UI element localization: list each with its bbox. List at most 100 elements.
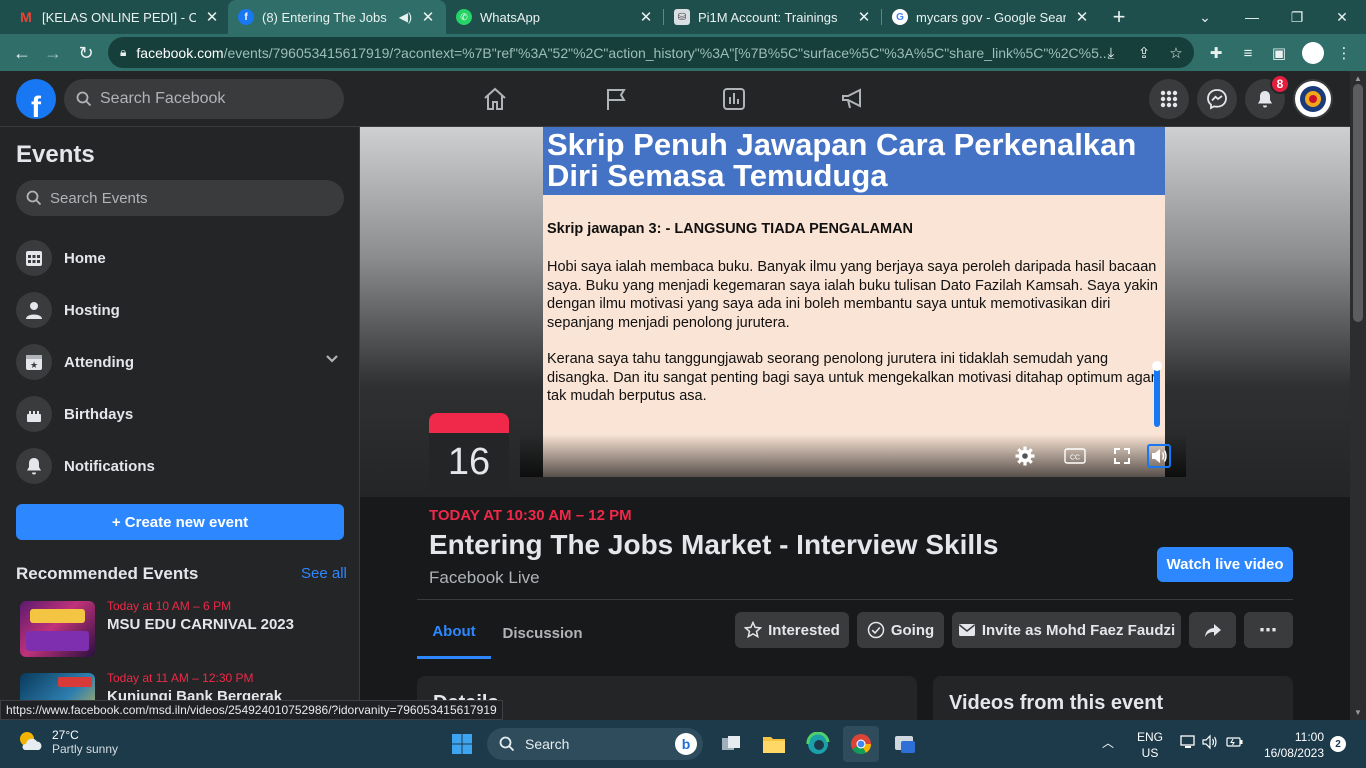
home-icon: [484, 87, 506, 110]
sidebar-item-label: Attending: [64, 353, 134, 371]
nav-pages-button[interactable]: [561, 79, 671, 119]
show-hidden-icons-chevron-icon[interactable]: ︿: [1102, 734, 1114, 751]
facebook-search-input[interactable]: Search Facebook: [64, 79, 344, 119]
going-button[interactable]: Going: [857, 612, 944, 648]
speaker-icon[interactable]: ◀): [399, 10, 412, 24]
close-tab-icon[interactable]: ✕: [204, 8, 220, 26]
tab-discussion[interactable]: Discussion: [495, 607, 590, 659]
tab-about[interactable]: About: [417, 607, 491, 659]
sidebar-item-hosting[interactable]: Hosting: [8, 284, 352, 336]
nav-insights-button[interactable]: [679, 79, 789, 119]
chrome-menu-icon[interactable]: ⋮: [1334, 43, 1354, 63]
volume-slider[interactable]: [1152, 361, 1162, 427]
partly-sunny-icon: [20, 732, 42, 750]
sidebar-item-birthdays[interactable]: Birthdays: [8, 388, 352, 440]
file-explorer-icon[interactable]: [756, 726, 792, 762]
volume-icon[interactable]: [1202, 734, 1218, 755]
close-window-button[interactable]: ✕: [1320, 0, 1364, 34]
invite-button[interactable]: Invite as Mohd Faez Faudzi: [952, 612, 1181, 648]
volume-speaker-icon[interactable]: [1147, 444, 1171, 468]
whatsapp-icon: ✆: [456, 9, 472, 25]
region-code: US: [1141, 746, 1159, 760]
bookmark-star-icon[interactable]: ☆: [1166, 43, 1186, 63]
battery-icon[interactable]: [1226, 734, 1244, 755]
restore-button[interactable]: ❐: [1275, 0, 1319, 34]
sidebar-item-notifications[interactable]: Notifications: [8, 440, 352, 492]
extensions-puzzle-icon[interactable]: ✚: [1206, 43, 1226, 63]
install-icon[interactable]: ⤓: [1101, 43, 1121, 63]
weather-condition: Partly sunny: [52, 742, 119, 756]
close-tab-icon[interactable]: ✕: [638, 8, 654, 26]
nav-ads-button[interactable]: [798, 79, 908, 119]
minimize-button[interactable]: —: [1230, 0, 1274, 34]
tab-title: (8) Entering The Jobs Ma: [262, 9, 391, 25]
fullscreen-icon[interactable]: [1110, 444, 1134, 468]
settings-gear-icon[interactable]: [1013, 444, 1037, 468]
bing-icon: b: [675, 733, 697, 755]
weather-widget[interactable]: 27°C Partly sunny: [16, 728, 118, 756]
videos-card: Videos from this event: [933, 676, 1293, 720]
facebook-header: f Search Facebook 8: [0, 71, 1366, 127]
watch-live-video-button[interactable]: Watch live video: [1157, 547, 1293, 582]
event-day: 16: [447, 441, 491, 483]
browser-tab-whatsapp[interactable]: ✆ WhatsApp ✕: [446, 0, 664, 34]
reload-icon[interactable]: ↻: [73, 40, 99, 66]
language-indicator[interactable]: ENG US: [1136, 729, 1164, 761]
event-date-badge: 16: [429, 413, 509, 493]
sidebar-item-attending[interactable]: ★ Attending: [8, 336, 352, 388]
close-tab-icon[interactable]: ✕: [420, 8, 436, 26]
tab-title: mycars gov - Google Search: [916, 9, 1066, 25]
facebook-logo[interactable]: f: [16, 79, 56, 119]
calendar-star-icon: ★: [16, 344, 52, 380]
url-path: /events/796053415617919/?acontext=%7B"re…: [223, 44, 1111, 61]
new-tab-button[interactable]: +: [1097, 0, 1141, 34]
closed-captions-icon[interactable]: CC: [1062, 444, 1088, 468]
tab-search-chevron-icon[interactable]: ⌄: [1183, 0, 1227, 34]
browser-tab-pi1m[interactable]: ⛁ Pi1M Account: Trainings ✕: [664, 0, 882, 34]
back-arrow-icon[interactable]: ←: [9, 40, 35, 66]
system-clock[interactable]: 11:00 16/08/2023: [1258, 729, 1324, 761]
address-bar[interactable]: 🔒︎ facebook.com /events/796053415617919/…: [108, 37, 1194, 68]
chevron-down-icon[interactable]: [324, 350, 340, 370]
nav-home-button[interactable]: [440, 79, 550, 119]
edge-browser-icon[interactable]: [800, 726, 836, 762]
close-tab-icon[interactable]: ✕: [1074, 8, 1090, 26]
more-options-button[interactable]: ⋯: [1244, 612, 1293, 648]
see-all-link[interactable]: See all: [301, 565, 347, 582]
profile-avatar-icon[interactable]: [1302, 42, 1324, 64]
volume-slider-handle[interactable]: [1152, 361, 1162, 371]
task-view-icon[interactable]: [713, 726, 749, 762]
share-button[interactable]: [1189, 612, 1236, 648]
close-tab-icon[interactable]: ✕: [856, 8, 872, 26]
lock-icon[interactable]: 🔒︎: [120, 45, 126, 60]
scrollbar-thumb[interactable]: [1353, 84, 1363, 322]
browser-tab-google[interactable]: G mycars gov - Google Search ✕: [882, 0, 1100, 34]
share-arrow-icon: [1204, 624, 1221, 637]
messenger-button[interactable]: [1197, 79, 1237, 119]
recommended-event-item[interactable]: Today at 10 AM – 6 PM MSU EDU CARNIVAL 2…: [16, 599, 346, 659]
interested-label: Interested: [768, 621, 840, 639]
sidebar-item-home[interactable]: Home: [8, 232, 352, 284]
scroll-down-arrow-icon[interactable]: ▼: [1354, 708, 1362, 717]
browser-tab-gmail[interactable]: M [KELAS ONLINE PEDI] - OGOS ✕: [8, 0, 230, 34]
media-queue-icon[interactable]: ≡: [1238, 43, 1258, 63]
windows-start-button[interactable]: [444, 726, 480, 762]
share-icon[interactable]: ⇪: [1134, 43, 1154, 63]
interested-button[interactable]: Interested: [735, 612, 849, 648]
live-video-player[interactable]: Skrip Penuh Jawapan Cara Perkenalkan Dir…: [543, 127, 1165, 477]
profile-avatar[interactable]: [1293, 79, 1333, 119]
megaphone-icon: [842, 88, 861, 109]
search-events-input[interactable]: Search Events: [16, 180, 344, 216]
notification-center-badge[interactable]: 2: [1330, 736, 1346, 752]
network-icon[interactable]: [1180, 734, 1196, 755]
forward-arrow-icon[interactable]: →: [40, 40, 66, 66]
videos-title: Videos from this event: [949, 692, 1164, 714]
create-new-event-button[interactable]: + Create new event: [16, 504, 344, 540]
chrome-browser-icon[interactable]: [843, 726, 879, 762]
browser-tab-facebook[interactable]: f (8) Entering The Jobs Ma ◀) ✕: [228, 0, 446, 34]
pinned-app-icon[interactable]: [887, 726, 923, 762]
menu-grid-button[interactable]: [1149, 79, 1189, 119]
scroll-up-arrow-icon[interactable]: ▲: [1354, 74, 1362, 83]
side-panel-icon[interactable]: ▣: [1269, 43, 1289, 63]
taskbar-search-input[interactable]: Search b: [487, 728, 703, 760]
